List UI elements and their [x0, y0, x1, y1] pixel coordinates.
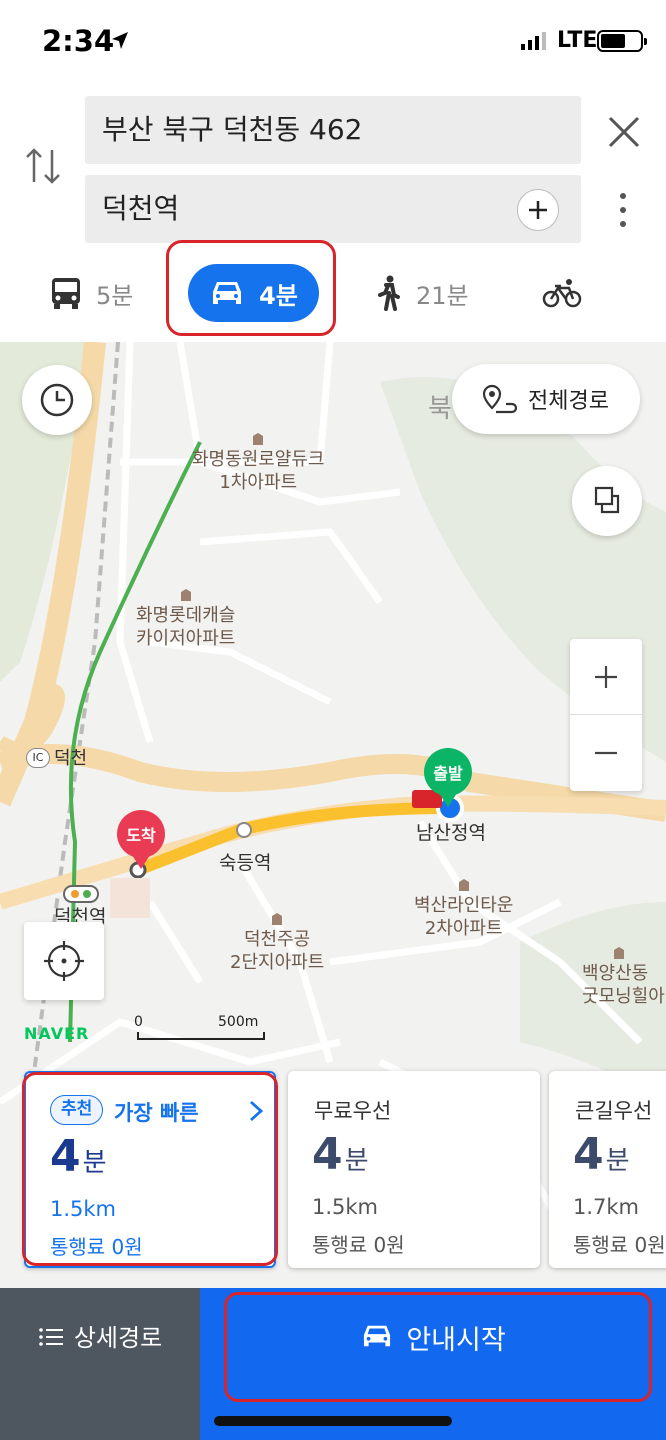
place-label: 화명롯데캐슬 카이저아파트 — [136, 588, 235, 650]
tab-walk-label: 21분 — [416, 281, 469, 310]
plus-icon — [595, 665, 617, 688]
station-label: 남산정역 — [416, 822, 486, 844]
route-pin-icon — [482, 384, 518, 414]
tab-bicycle[interactable] — [542, 264, 582, 322]
tab-walk[interactable]: 21분 — [376, 264, 469, 322]
departure-time-button[interactable] — [22, 365, 92, 435]
start-pin-label: 출발 — [424, 748, 472, 796]
more-options-icon[interactable] — [612, 190, 634, 230]
place-label-text: 화명동원로얄듀크 1차아파트 — [192, 449, 325, 493]
route-card-main-road[interactable]: 큰길우선 4분 1.7km 통행료 0원 — [549, 1071, 666, 1268]
tab-bus[interactable]: 5분 — [50, 264, 133, 322]
battery-icon — [597, 30, 647, 52]
place-label: 벽산라인타운 2차아파트 — [414, 878, 513, 940]
place-label-text: 백양산동 굿모닝힐아 — [582, 963, 665, 1007]
map-layers-button[interactable] — [572, 466, 642, 536]
place-label: 백양산동 굿모닝힐아 — [582, 946, 665, 1008]
detail-route-label: 상세경로 — [73, 1324, 163, 1352]
duration-unit: 분 — [344, 1146, 369, 1176]
start-pin[interactable]: 출발 — [424, 748, 472, 807]
route-duration: 4분 — [312, 1129, 369, 1180]
walk-icon — [378, 275, 400, 311]
close-icon[interactable] — [604, 112, 644, 152]
route-title: 무료우선 — [314, 1099, 392, 1123]
building-icon — [253, 433, 264, 445]
destination-input[interactable]: 덕천역 — [85, 175, 581, 243]
app-root: 2:34 LTE 부산 북구 덕천동 462 덕천역 5분 4분 21분 북 화… — [0, 0, 666, 1440]
route-search-header: 부산 북구 덕천동 462 덕천역 5분 4분 21분 — [0, 84, 666, 342]
origin-input[interactable]: 부산 북구 덕천동 462 — [85, 96, 581, 164]
district-label: 북 — [428, 394, 452, 424]
location-arrow-icon — [112, 32, 128, 49]
station-label: 숙등역 — [219, 852, 272, 874]
home-indicator — [214, 1416, 452, 1426]
zoom-out-button[interactable] — [570, 715, 642, 790]
scale-zero: 0 — [134, 1014, 143, 1030]
minus-icon — [595, 751, 617, 754]
bicycle-icon — [542, 279, 582, 308]
route-duration: 4분 — [573, 1129, 630, 1180]
place-label: 덕천주공 2단지아파트 — [230, 912, 324, 974]
place-label-text: 화명롯데캐슬 카이저아파트 — [136, 605, 236, 649]
building-icon — [458, 879, 469, 891]
route-distance: 1.7km — [573, 1195, 640, 1219]
duration-unit: 분 — [605, 1146, 630, 1176]
destination-text: 덕천역 — [102, 192, 180, 225]
building-icon — [272, 913, 283, 925]
full-route-label: 전체경로 — [528, 389, 609, 414]
current-location-button[interactable] — [24, 922, 104, 1000]
naver-logo: NAVER — [24, 1024, 90, 1043]
duration-value: 4 — [573, 1129, 604, 1180]
list-icon — [39, 1328, 63, 1346]
detail-route-button[interactable]: 상세경로 — [0, 1288, 200, 1440]
destination-pin-label: 도착 — [117, 810, 165, 858]
layers-icon — [594, 486, 620, 514]
plus-icon — [528, 200, 547, 219]
route-toll: 통행료 0원 — [573, 1233, 666, 1257]
tab-bus-label: 5분 — [96, 281, 134, 310]
start-button-highlight — [224, 1292, 652, 1402]
zoom-controls — [570, 639, 642, 791]
full-route-button[interactable]: 전체경로 — [452, 364, 640, 434]
destination-pin[interactable]: 도착 — [117, 810, 165, 869]
swap-icon[interactable] — [24, 144, 64, 188]
route-distance: 1.5km — [312, 1195, 379, 1219]
status-bar: 2:34 LTE — [0, 0, 666, 84]
route-title: 큰길우선 — [575, 1099, 653, 1123]
place-label-text: 덕천주공 2단지아파트 — [230, 929, 325, 973]
network-type: LTE — [557, 28, 598, 53]
add-waypoint-button[interactable] — [517, 189, 559, 231]
status-time: 2:34 — [42, 24, 115, 58]
route-toll: 통행료 0원 — [312, 1233, 405, 1257]
scale-distance: 500m — [218, 1014, 259, 1030]
ic-badge: IC — [26, 748, 50, 768]
route-card-highlight — [22, 1072, 278, 1266]
ic-label: 덕천 — [54, 748, 88, 769]
building-icon — [614, 947, 624, 959]
car-tab-highlight — [166, 240, 336, 336]
zoom-in-button[interactable] — [570, 639, 642, 714]
route-card-free[interactable]: 무료우선 4분 1.5km 통행료 0원 — [288, 1071, 540, 1268]
signal-icon — [521, 32, 546, 50]
place-label-text: 벽산라인타운 2차아파트 — [414, 895, 514, 939]
clock-icon — [40, 383, 74, 417]
building-icon — [180, 589, 191, 601]
crosshair-icon — [44, 941, 84, 981]
bus-icon — [52, 278, 80, 309]
place-label: 화명동원로얄듀크 1차아파트 — [192, 432, 324, 494]
duration-value: 4 — [312, 1129, 343, 1180]
